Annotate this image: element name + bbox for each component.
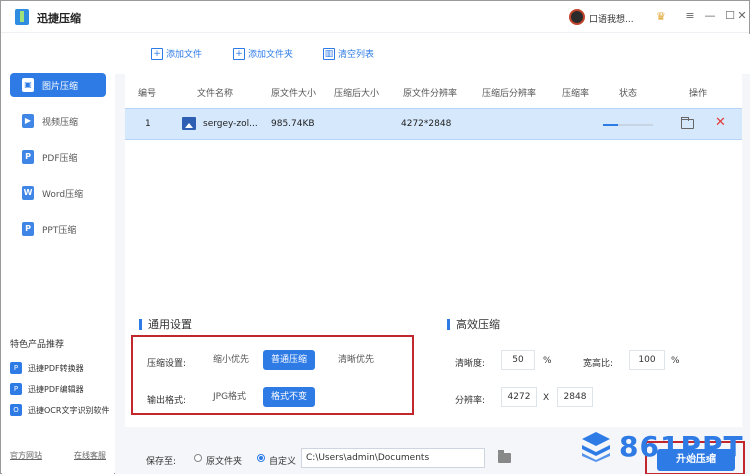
compress-option-small[interactable]: 缩小优先 — [205, 350, 257, 370]
clarity-label: 清晰度: — [455, 359, 486, 369]
progress-fill — [603, 124, 618, 126]
sidebar-item-label: PPT压缩 — [42, 226, 77, 236]
add-folder-label: 添加文件夹 — [248, 50, 294, 60]
resolution-height-input[interactable]: 2848 — [557, 387, 593, 407]
status-progress-bar — [603, 124, 653, 126]
toolbar: + 添加文件 + 添加文件夹 ▥ 清空列表 — [115, 34, 750, 74]
col-orig-res: 原文件分辨率 — [403, 89, 458, 99]
col-comp-size: 压缩后大小 — [334, 89, 380, 99]
aspect-ratio-unit: % — [671, 356, 680, 366]
app-logo-icon — [15, 9, 29, 25]
format-option-keep[interactable]: 格式不变 — [263, 387, 316, 407]
add-file-label: 添加文件 — [166, 50, 203, 60]
general-settings-title: 通用设置 — [139, 319, 192, 330]
efficient-compress-title: 高效压缩 — [447, 319, 500, 330]
promo-label: 迅捷PDF编辑器 — [28, 385, 84, 394]
word-icon: W — [22, 186, 34, 200]
promo-title: 特色产品推荐 — [10, 340, 65, 350]
watermark-text: 861PPT — [619, 430, 744, 463]
compress-option-clear[interactable]: 清晰优先 — [330, 350, 382, 370]
output-format-label: 输出格式: — [147, 396, 187, 406]
radio-custom-folder-label[interactable]: 自定义 — [269, 454, 296, 467]
save-to-label: 保存至: — [146, 457, 177, 467]
user-avatar[interactable] — [569, 9, 585, 25]
pdf-icon: P — [22, 150, 34, 164]
col-ratio: 压缩率 — [562, 89, 590, 99]
resolution-separator: X — [543, 393, 550, 403]
aspect-ratio-label: 宽高比: — [583, 359, 614, 369]
compress-option-normal[interactable]: 普通压缩 — [263, 350, 316, 370]
sidebar-item-image[interactable]: ▣ 图片压缩 — [10, 73, 106, 97]
add-folder-button[interactable]: + 添加文件夹 — [233, 47, 293, 61]
radio-custom-folder[interactable] — [257, 454, 265, 462]
promo-label: 迅捷PDF转换器 — [28, 364, 84, 373]
main-panel: + 添加文件 + 添加文件夹 ▥ 清空列表 编号 文件名称 原文件大小 压缩后大小 原… — [115, 34, 750, 474]
close-icon[interactable]: ✕ — [735, 9, 749, 23]
delete-icon[interactable]: ✕ — [715, 116, 726, 129]
promo-label: 迅捷OCR文字识别软件 — [28, 406, 110, 415]
watermark: 861PPT — [581, 428, 750, 468]
save-path-input[interactable] — [301, 448, 485, 468]
sidebar-item-ppt[interactable]: P PPT压缩 — [10, 217, 106, 241]
col-orig-size: 原文件大小 — [271, 89, 317, 99]
row-orig-res: 4272*2848 — [401, 119, 452, 129]
video-icon: ▶ — [22, 114, 34, 128]
col-actions: 操作 — [689, 89, 708, 99]
table-row[interactable]: 1 sergey-zol... 985.74KB 4272*2848 ✕ — [125, 108, 742, 140]
sidebar: ▣ 图片压缩 ▶ 视频压缩 P PDF压缩 W Word压缩 P PPT压缩 特… — [2, 34, 114, 474]
add-file-icon: + — [151, 47, 163, 60]
col-status: 状态 — [619, 89, 638, 99]
row-index: 1 — [145, 119, 151, 129]
ppt-icon: P — [22, 222, 34, 236]
app-window: 迅捷压缩 口语我想... ♛ ≡ — ☐ ✕ ▣ 图片压缩 ▶ 视频压缩 P P… — [0, 0, 750, 474]
sidebar-item-label: Word压缩 — [42, 190, 84, 200]
sidebar-item-label: 视频压缩 — [42, 118, 79, 128]
radio-original-folder[interactable] — [194, 454, 202, 462]
row-orig-size: 985.74KB — [271, 119, 315, 129]
sidebar-item-label: 图片压缩 — [42, 82, 79, 92]
title-bar: 迅捷压缩 口语我想... ♛ ≡ — ☐ ✕ — [1, 1, 749, 33]
browse-folder-icon[interactable] — [498, 450, 511, 463]
sidebar-item-pdf[interactable]: P PDF压缩 — [10, 145, 106, 169]
format-option-jpg[interactable]: JPG格式 — [205, 387, 254, 407]
sidebar-item-word[interactable]: W Word压缩 — [10, 181, 106, 205]
watermark-logo-icon — [582, 432, 610, 462]
clarity-unit: % — [543, 356, 552, 366]
minimize-icon-spacer — [703, 9, 717, 23]
image-icon: ▣ — [22, 78, 34, 92]
radio-original-folder-label[interactable]: 原文件夹 — [206, 454, 242, 467]
table-header: 编号 文件名称 原文件大小 压缩后大小 原文件分辨率 压缩后分辨率 压缩率 状态… — [125, 74, 742, 108]
settings-panel: 通用设置 高效压缩 压缩设置: 缩小优先 普通压缩 清晰优先 输出格式: JPG… — [125, 312, 742, 427]
clear-list-label: 清空列表 — [338, 50, 375, 60]
col-name: 文件名称 — [197, 89, 234, 99]
online-support-link[interactable]: 在线客服 — [74, 450, 106, 461]
menu-icon[interactable]: ≡ — [683, 9, 697, 23]
image-file-icon — [182, 117, 196, 130]
add-folder-icon: + — [233, 47, 245, 60]
col-index: 编号 — [138, 89, 157, 99]
compress-setting-label: 压缩设置: — [147, 359, 187, 369]
open-folder-icon[interactable] — [681, 117, 694, 129]
add-file-button[interactable]: + 添加文件 — [151, 47, 202, 61]
resolution-label: 分辨率: — [455, 396, 486, 406]
user-name[interactable]: 口语我想... — [589, 12, 634, 25]
aspect-ratio-input[interactable]: 100 — [629, 350, 665, 370]
trash-icon: ▥ — [323, 47, 335, 60]
pdf-converter-icon: P — [10, 362, 22, 374]
vip-crown-icon[interactable]: ♛ — [656, 10, 670, 23]
pdf-editor-icon: P — [10, 383, 22, 395]
resolution-width-input[interactable]: 4272 — [501, 387, 537, 407]
file-table: 编号 文件名称 原文件大小 压缩后大小 原文件分辨率 压缩后分辨率 压缩率 状态… — [125, 74, 742, 336]
sidebar-item-video[interactable]: ▶ 视频压缩 — [10, 109, 106, 133]
col-comp-res: 压缩后分辨率 — [482, 89, 537, 99]
sidebar-item-label: PDF压缩 — [42, 154, 78, 164]
ocr-icon: O — [10, 404, 22, 416]
row-file-name: sergey-zol... — [203, 119, 258, 129]
clarity-input[interactable]: 50 — [501, 350, 535, 370]
clear-list-button[interactable]: ▥ 清空列表 — [323, 47, 374, 61]
official-site-link[interactable]: 官方网站 — [10, 450, 42, 461]
app-title: 迅捷压缩 — [37, 12, 81, 25]
